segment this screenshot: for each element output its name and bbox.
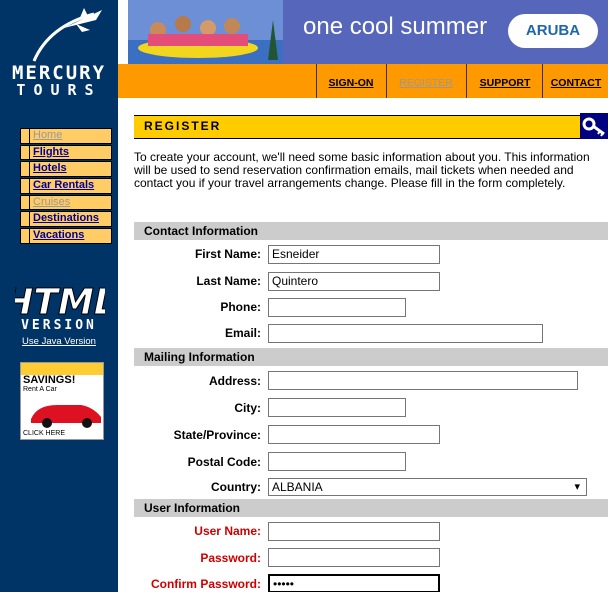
contact-section-header: Contact Information [134,222,608,240]
country-select[interactable]: ALBANIA ▾ [268,478,587,496]
top-nav: SIGN-ON REGISTER SUPPORT CONTACT [118,64,608,98]
last-name-field[interactable]: Quintero [268,272,440,291]
nav-bullet [20,128,30,144]
sidebar-item-car-rentals[interactable]: Car Rentals [20,178,112,194]
nav-bullet [20,211,30,227]
nav-bullet [20,194,30,211]
nav-bullet [20,144,30,161]
key-icon [580,113,608,139]
user-section-header: User Information [134,499,608,517]
postal-code-label: Postal Code: [187,455,261,469]
sidebar-item-label[interactable]: Cruises [30,194,112,211]
nav-bullet [20,228,30,244]
sidebar-item-label[interactable]: Destinations [30,211,112,227]
banner-text: one cool summer [303,13,488,40]
airplane-logo-icon [32,8,102,62]
country-value: ALBANIA [272,480,323,494]
nav-sign-on[interactable]: SIGN-ON [321,64,381,98]
country-label: Country: [211,480,261,494]
nav-bullet [20,178,30,194]
mailing-section-header: Mailing Information [134,348,608,366]
sidebar-item-label[interactable]: Flights [30,144,112,161]
state-field[interactable] [268,425,440,444]
address-field[interactable] [268,371,578,390]
email-label: Email: [224,326,261,340]
aruba-logo: ARUBA [508,14,598,48]
password-label: Password: [200,551,261,565]
sidebar-item-home[interactable]: Home [20,128,112,144]
phone-field[interactable] [268,298,406,317]
state-label: State/Province: [173,428,261,442]
chevron-down-icon: ▾ [574,481,580,493]
top-banner[interactable]: one cool summer ARUBA [128,0,608,64]
sidebar-item-label[interactable]: Vacations [30,228,112,244]
nav-bullet [20,161,30,177]
sidebar-nav: Home Flights Hotels Car Rentals Cruises Desti… [20,128,112,245]
sidebar-item-label[interactable]: Car Rentals [30,178,112,194]
city-label: City: [234,401,261,415]
first-name-field[interactable]: Esneider [268,245,440,264]
sidebar: MERCURY TOURS Home Flights Hotels Car Renta… [0,0,118,592]
confirm-password-label: Confirm Password: [150,577,261,591]
username-label: User Name: [194,524,261,538]
nav-contact[interactable]: CONTACT [547,64,605,98]
email-field[interactable] [268,324,543,343]
beach-photo-icon [128,0,283,64]
postal-code-field[interactable] [268,452,406,471]
sidebar-item-label[interactable]: Home [30,128,112,144]
password-field[interactable] [268,548,440,567]
sidebar-item-cruises[interactable]: Cruises [20,194,112,211]
last-name-label: Last Name: [196,274,261,288]
first-name-label: First Name: [194,247,261,261]
nav-support[interactable]: SUPPORT [471,64,539,98]
sidebar-item-destinations[interactable]: Destinations [20,211,112,227]
brand-subname: TOURS [16,81,102,99]
sidebar-item-label[interactable]: Hotels [30,161,112,177]
page-title: REGISTER [144,119,222,133]
brand-name: MERCURY [11,62,107,84]
username-field[interactable] [268,522,440,541]
sidebar-item-hotels[interactable]: Hotels [20,161,112,177]
register-header: REGISTER [134,115,580,139]
sidebar-item-flights[interactable]: Flights [20,144,112,161]
phone-label: Phone: [220,300,261,314]
sidebar-item-vacations[interactable]: Vacations [20,228,112,244]
intro-text: To create your account, we'll need some … [134,150,590,190]
confirm-password-field[interactable]: ••••• [268,574,440,592]
city-field[interactable] [268,398,406,417]
nav-register[interactable]: REGISTER [391,64,461,98]
address-label: Address: [208,374,261,388]
